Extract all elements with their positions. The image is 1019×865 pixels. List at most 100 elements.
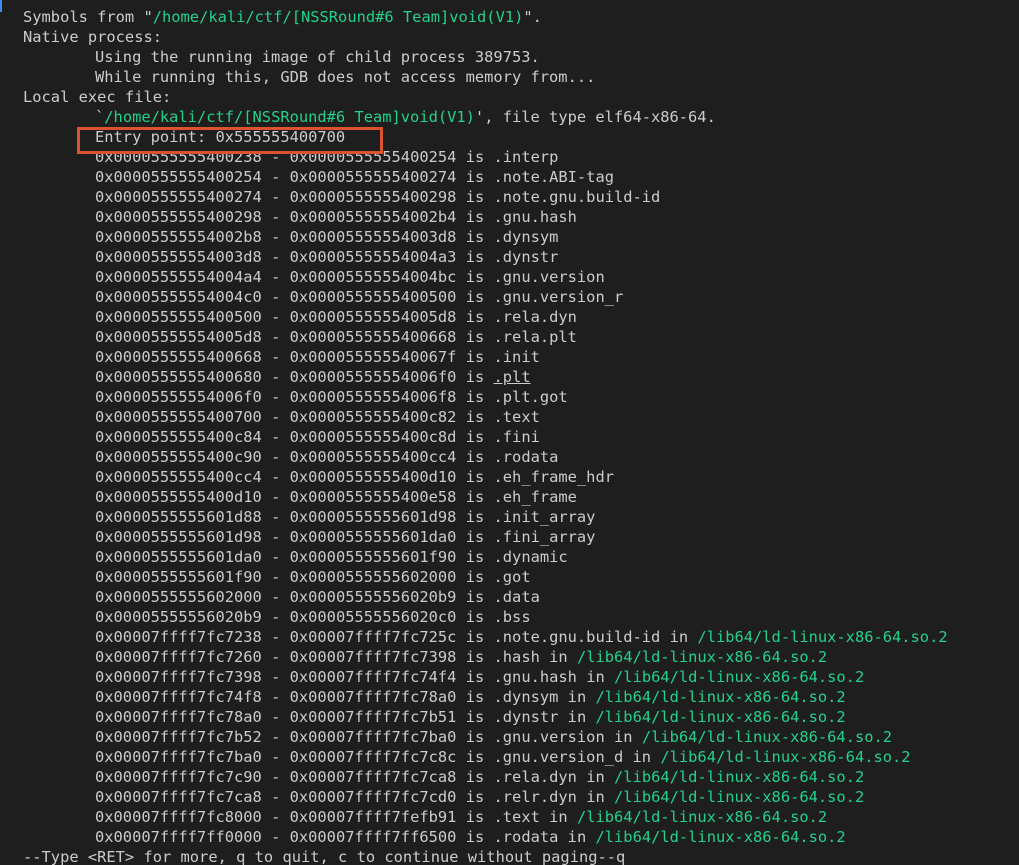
is-keyword: is	[465, 348, 485, 366]
section-start-address: 0x0000555555400254	[95, 168, 262, 186]
section-start-address: 0x00007ffff7fc8000	[95, 808, 262, 826]
section-name: .data	[493, 588, 540, 606]
terminal-output[interactable]: Symbols from " /home/kali/ctf/[NSSRound#6…	[0, 0, 1019, 865]
section-library-path: /lib64/ld-linux-x86-64.so.2	[595, 708, 846, 726]
section-start-address: 0x00007ffff7fc7ca8	[95, 788, 262, 806]
cursor-marker	[0, 0, 2, 12]
section-end-address: 0x0000555555601f90	[289, 548, 457, 566]
section-name: .bss	[493, 608, 531, 626]
section-start-address: 0x00007ffff7fc7b52	[95, 728, 262, 746]
section-name: .got	[493, 568, 531, 586]
exec-file-prefix: `	[95, 108, 105, 126]
section-start-address: 0x00007ffff7fc7398	[95, 668, 262, 686]
section-name: .gnu.version	[493, 268, 605, 286]
section-library-path: /lib64/ld-linux-x86-64.so.2	[641, 728, 893, 746]
symbols-from-prefix: Symbols from "	[23, 8, 153, 26]
section-row: 0x0000555555400c90 - 0x0000555555400cc4 …	[95, 448, 559, 466]
section-start-address: 0x00005555554004a4	[95, 268, 262, 286]
section-name: .note.gnu.build-id	[493, 188, 661, 206]
section-row: 0x0000555555601d88 - 0x0000555555601d98 …	[95, 508, 596, 526]
in-keyword: in	[586, 768, 605, 786]
child-process-text: Using the running image of child process…	[95, 48, 540, 66]
section-end-address: 0x00007ffff7fc7cd0	[289, 788, 457, 806]
is-keyword: is	[465, 448, 485, 466]
section-name: .rela.plt	[493, 328, 577, 346]
in-keyword: in	[669, 628, 689, 646]
section-row: 0x0000555555400cc4 - 0x0000555555400d10 …	[95, 468, 614, 486]
section-name: .rodata	[493, 448, 559, 466]
section-row: 0x0000555555400298 - 0x00005555554002b4 …	[95, 208, 577, 226]
section-library-path: /lib64/ld-linux-x86-64.so.2	[660, 748, 911, 766]
section-row: 0x00005555554004a4 - 0x00005555554004bc …	[95, 268, 605, 286]
in-keyword: in	[586, 788, 605, 806]
section-start-address: 0x00007ffff7fc7260	[95, 648, 262, 666]
section-start-address: 0x00005555554003d8	[95, 248, 262, 266]
section-name: .init	[493, 348, 540, 366]
section-row: 0x00007ffff7fc7ca8 - 0x00007ffff7fc7cd0 …	[95, 788, 865, 806]
section-row: 0x00005555554002b8 - 0x00005555554003d8 …	[95, 228, 559, 246]
is-keyword: is	[465, 208, 485, 226]
section-name: .dynamic	[493, 548, 568, 566]
entry-point-line: Entry point: 0x555555400700	[23, 127, 345, 147]
in-keyword: in	[549, 648, 568, 666]
section-row: 0x00007ffff7fc74f8 - 0x00007ffff7fc78a0 …	[95, 688, 846, 706]
is-keyword: is	[465, 648, 485, 666]
section-start-address: 0x0000555555400700	[95, 408, 262, 426]
section-start-address: 0x0000555555400d10	[95, 488, 262, 506]
exec-file-suffix: ', file type elf64-x86-64.	[474, 108, 716, 126]
section-row: 0x00007ffff7fc78a0 - 0x00007ffff7fc7b51 …	[95, 708, 846, 726]
section-library-path: /lib64/ld-linux-x86-64.so.2	[576, 648, 828, 666]
section-start-address: 0x00005555554005d8	[95, 328, 262, 346]
section-start-address: 0x0000555555400274	[95, 188, 262, 206]
section-end-address: 0x0000555555400e58	[289, 488, 457, 506]
section-end-address: 0x00005555554006f8	[289, 388, 457, 406]
section-row: 0x00005555554003d8 - 0x00005555554004a3 …	[95, 248, 559, 266]
pager-prompt[interactable]: --Type <RET> for more, q to quit, c to c…	[23, 847, 625, 865]
section-row: 0x0000555555601f90 - 0x0000555555602000 …	[95, 568, 531, 586]
section-end-address: 0x00005555554003d8	[289, 228, 457, 246]
section-name: .gnu.version_d	[493, 748, 624, 766]
is-keyword: is	[465, 588, 485, 606]
in-keyword: in	[632, 748, 652, 766]
in-keyword: in	[567, 828, 587, 846]
is-keyword: is	[465, 668, 485, 686]
section-name: .plt.got	[493, 388, 568, 406]
section-name: .gnu.version	[493, 728, 605, 746]
section-start-address: 0x0000555555400c90	[95, 448, 262, 466]
section-row: 0x00007ffff7fc7260 - 0x00007ffff7fc7398 …	[95, 648, 828, 666]
is-keyword: is	[465, 788, 485, 806]
is-keyword: is	[465, 168, 485, 186]
section-end-address: 0x000055555540067f	[289, 348, 457, 366]
in-keyword: in	[549, 808, 568, 826]
in-keyword: in	[614, 728, 633, 746]
section-end-address: 0x0000555555602000	[289, 568, 457, 586]
section-end-address: 0x0000555555400c82	[289, 408, 457, 426]
section-row: 0x00007ffff7fc7398 - 0x00007ffff7fc74f4 …	[95, 668, 865, 686]
section-row: 0x00005555554005d8 - 0x0000555555400668 …	[95, 328, 577, 346]
is-keyword: is	[465, 808, 485, 826]
section-name: .gnu.version_r	[493, 288, 624, 306]
native-process-line: Native process:	[23, 28, 162, 46]
section-name: .eh_frame_hdr	[493, 468, 614, 486]
exec-file-path: /home/kali/ctf/[NSSRound#6 Team]void(V1)	[104, 108, 475, 126]
section-name: .dynstr	[493, 248, 559, 266]
is-keyword: is	[465, 568, 485, 586]
section-end-address: 0x0000555555601d98	[289, 508, 457, 526]
section-start-address: 0x0000555555602000	[95, 588, 262, 606]
is-keyword: is	[465, 228, 485, 246]
section-end-address: 0x00007ffff7fc78a0	[289, 688, 457, 706]
section-row: 0x00007ffff7fc7ba0 - 0x00007ffff7fc7c8c …	[95, 748, 911, 766]
section-end-address: 0x00005555554004bc	[289, 268, 457, 286]
section-name: .note.ABI-tag	[493, 168, 614, 186]
section-library-path: /lib64/ld-linux-x86-64.so.2	[697, 628, 948, 646]
section-end-address: 0x00007ffff7fc7ca8	[289, 768, 457, 786]
child-process-line: Using the running image of child process…	[23, 47, 540, 67]
section-row: 0x0000555555400680 - 0x00005555554006f0 …	[95, 368, 531, 386]
section-row: 0x0000555555400c84 - 0x0000555555400c8d …	[95, 428, 540, 446]
section-end-address: 0x00007ffff7fc7b51	[289, 708, 457, 726]
section-start-address: 0x0000555555400298	[95, 208, 262, 226]
section-start-address: 0x0000555555400500	[95, 308, 262, 326]
section-row: 0x00007ffff7ff0000 - 0x00007ffff7ff6500 …	[95, 828, 846, 846]
section-start-address: 0x00007ffff7fc7ba0	[95, 748, 262, 766]
is-keyword: is	[465, 828, 485, 846]
